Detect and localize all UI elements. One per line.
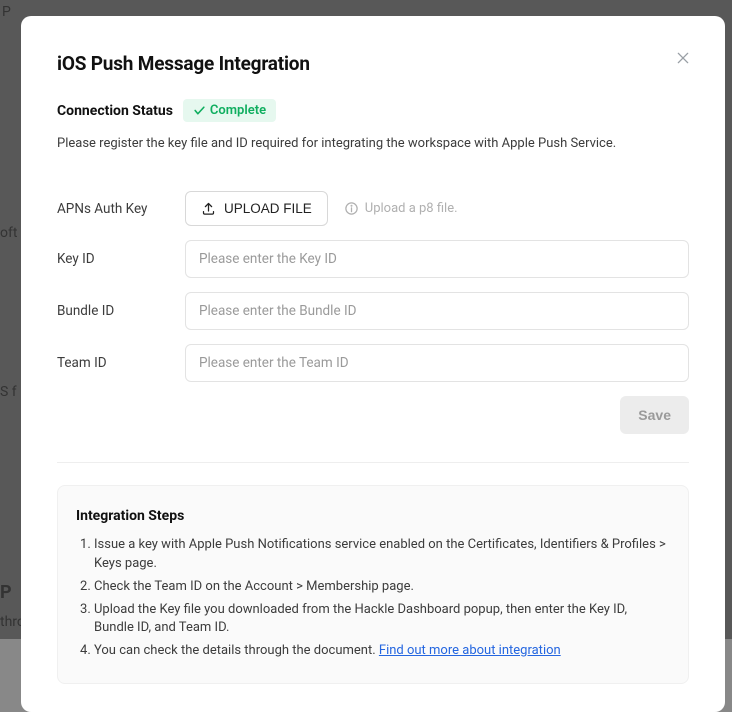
auth-key-label: APNs Auth Key [57,201,185,217]
close-button[interactable] [671,46,695,70]
team-id-row: Team ID [57,344,689,382]
connection-status-row: Connection Status Complete [57,99,689,122]
bundle-id-row: Bundle ID [57,292,689,330]
upload-hint: Upload a p8 file. [344,201,458,216]
upload-file-button[interactable]: UPLOAD FILE [185,191,328,226]
upload-hint-text: Upload a p8 file. [365,201,458,216]
integration-docs-link[interactable]: Find out more about integration [379,643,561,658]
connection-status-label: Connection Status [57,103,173,119]
integration-steps-list: Issue a key with Apple Push Notification… [76,536,670,661]
integration-step: Issue a key with Apple Push Notification… [94,536,670,574]
status-badge: Complete [183,99,276,122]
bundle-id-label: Bundle ID [57,303,185,319]
integration-form: APNs Auth Key UPLOAD FILE Upload a p8 fi… [57,191,689,434]
save-button[interactable]: Save [620,396,689,434]
status-badge-text: Complete [210,103,266,118]
ios-push-integration-modal: iOS Push Message Integration Connection … [21,16,725,712]
key-id-row: Key ID [57,240,689,278]
close-icon [675,50,691,66]
integration-steps-title: Integration Steps [76,508,670,524]
bg-fragment: S f [0,384,17,400]
integration-step: Upload the Key file you downloaded from … [94,601,670,639]
modal-header: iOS Push Message Integration [57,52,689,75]
integration-steps-box: Integration Steps Issue a key with Apple… [57,485,689,684]
integration-step: Check the Team ID on the Account > Membe… [94,578,670,597]
bg-fragment: P [0,582,12,603]
bg-fragment: P [2,4,11,20]
modal-title: iOS Push Message Integration [57,52,310,75]
upload-button-label: UPLOAD FILE [224,201,312,216]
integration-step: You can check the details through the do… [94,642,670,661]
info-icon [344,201,359,216]
key-id-label: Key ID [57,251,185,267]
bg-fragment: oft [0,225,17,241]
key-id-input[interactable] [185,240,689,278]
integration-step-text: You can check the details through the do… [94,643,376,658]
form-actions: Save [57,396,689,434]
check-icon [193,104,206,117]
auth-key-row: APNs Auth Key UPLOAD FILE Upload a p8 fi… [57,191,689,226]
team-id-label: Team ID [57,355,185,371]
upload-icon [201,201,216,216]
team-id-input[interactable] [185,344,689,382]
bundle-id-input[interactable] [185,292,689,330]
modal-description: Please register the key file and ID requ… [57,136,689,151]
divider [57,462,689,463]
